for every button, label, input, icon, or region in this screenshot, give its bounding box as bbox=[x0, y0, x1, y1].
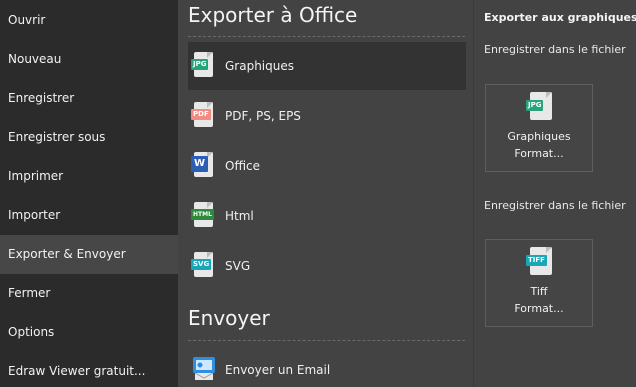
sidebar-item-fermer[interactable]: Fermer bbox=[0, 274, 178, 313]
svg-file-icon: SVG bbox=[191, 251, 217, 281]
format-panel: Exporter aux graphiques Enregistrer dans… bbox=[473, 0, 636, 387]
email-icon bbox=[191, 355, 217, 385]
sidebar-item-ouvrir[interactable]: Ouvrir bbox=[0, 1, 178, 40]
send-section-title: Envoyer bbox=[188, 306, 270, 330]
sidebar-item-edraw-viewer[interactable]: Edraw Viewer gratuit... bbox=[0, 352, 178, 387]
export-item-label: PDF, PS, EPS bbox=[225, 109, 301, 123]
sidebar: Ouvrir Nouveau Enregistrer Enregistrer s… bbox=[0, 0, 178, 387]
format-button-line2: Format... bbox=[514, 302, 564, 315]
sidebar-item-importer[interactable]: Importer bbox=[0, 196, 178, 235]
export-item-graphiques[interactable]: JPG Graphiques bbox=[188, 42, 466, 90]
export-item-label: SVG bbox=[225, 259, 251, 273]
format-panel-heading: Exporter aux graphiques bbox=[484, 11, 636, 24]
export-item-svg[interactable]: SVG SVG bbox=[188, 242, 466, 290]
sidebar-item-imprimer[interactable]: Imprimer bbox=[0, 157, 178, 196]
save-to-file-label: Enregistrer dans le fichier bbox=[484, 43, 626, 56]
format-button-line1: Graphiques bbox=[507, 130, 571, 143]
tiff-format-button[interactable]: TIFF Tiff Format... bbox=[485, 239, 593, 327]
jpg-file-icon: JPG bbox=[524, 90, 554, 124]
sidebar-item-enregistrer[interactable]: Enregistrer bbox=[0, 79, 178, 118]
export-item-html[interactable]: HTML Html bbox=[188, 192, 466, 240]
format-button-line1: Tiff bbox=[530, 285, 548, 298]
send-item-label: Envoyer un Email bbox=[225, 363, 331, 377]
export-item-label: Graphiques bbox=[225, 59, 294, 73]
divider bbox=[188, 36, 465, 37]
pdf-file-icon: PDF bbox=[191, 101, 217, 131]
graphics-format-button[interactable]: JPG Graphiques Format... bbox=[485, 84, 593, 172]
export-item-label: Office bbox=[225, 159, 261, 173]
export-item-label: Html bbox=[225, 209, 254, 223]
export-item-pdf[interactable]: PDF PDF, PS, EPS bbox=[188, 92, 466, 140]
format-button-line2: Format... bbox=[514, 147, 564, 160]
sidebar-item-options[interactable]: Options bbox=[0, 313, 178, 352]
jpg-file-icon: JPG bbox=[191, 51, 217, 81]
tiff-file-icon: TIFF bbox=[524, 245, 554, 279]
sidebar-item-enregistrer-sous[interactable]: Enregistrer sous bbox=[0, 118, 178, 157]
export-item-office[interactable]: W Office bbox=[188, 142, 466, 190]
sidebar-item-exporter-envoyer[interactable]: Exporter & Envoyer bbox=[0, 235, 178, 274]
divider bbox=[188, 340, 465, 341]
export-section-title: Exporter à Office bbox=[188, 3, 358, 27]
save-to-file-label: Enregistrer dans le fichier bbox=[484, 199, 626, 212]
html-file-icon: HTML bbox=[191, 201, 217, 231]
word-file-icon: W bbox=[191, 151, 217, 181]
export-panel: Exporter à Office JPG Graphiques PDF PDF… bbox=[178, 0, 473, 387]
send-item-email[interactable]: Envoyer un Email bbox=[188, 346, 466, 387]
sidebar-item-nouveau[interactable]: Nouveau bbox=[0, 40, 178, 79]
